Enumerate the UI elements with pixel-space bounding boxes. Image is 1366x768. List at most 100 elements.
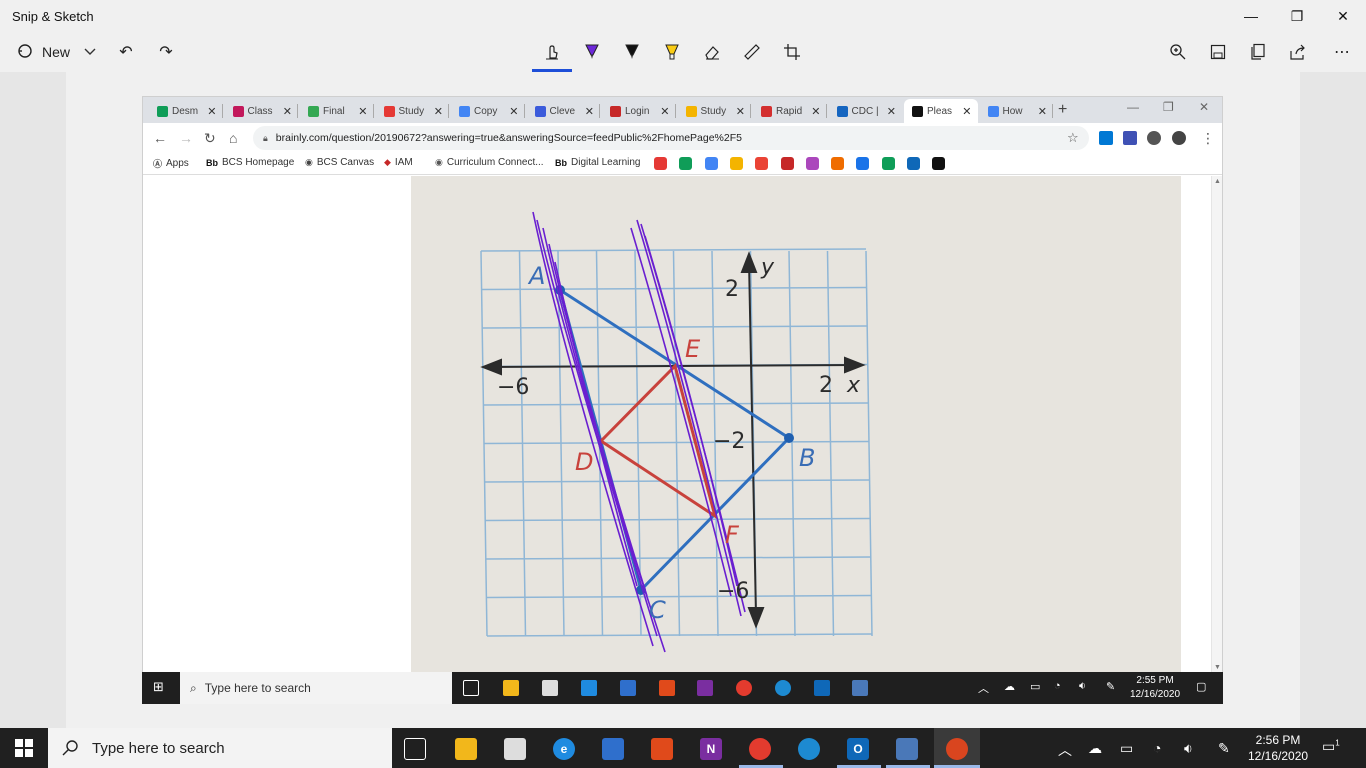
internet-explorer-icon[interactable]: e [553, 738, 575, 760]
onenote-icon[interactable]: N [700, 738, 722, 760]
bookmark-item[interactable]: Bb Digital Learning [555, 157, 641, 168]
bookmark-shortcut-icon[interactable] [831, 157, 845, 170]
calculator-icon[interactable] [896, 738, 918, 760]
more-options-icon[interactable]: ⋯ [1328, 36, 1356, 68]
tab-close-icon[interactable]: ✕ [434, 105, 443, 118]
tab-close-icon[interactable]: ✕ [207, 105, 216, 118]
url-field[interactable]: 🔒︎ brainly.com/question/20190672?answeri… [253, 126, 1089, 150]
bookmark-shortcut-icon[interactable] [704, 157, 718, 170]
share-icon[interactable] [1286, 36, 1310, 68]
remote-app-icon[interactable] [602, 738, 624, 760]
browser-tab[interactable]: How ✕ [980, 99, 1053, 123]
restore-button[interactable]: ❐ [1274, 0, 1320, 32]
browser-tab[interactable]: Study ✕ [376, 99, 449, 123]
reload-icon[interactable]: ↻ [204, 130, 216, 147]
save-icon[interactable] [1206, 36, 1230, 68]
clock[interactable]: 2:56 PM 12/16/2020 [1248, 732, 1308, 764]
browser-tab[interactable]: Study ✕ [678, 99, 751, 123]
browser-close-icon[interactable]: ✕ [1199, 100, 1209, 114]
pencil-icon[interactable] [620, 36, 644, 68]
bookmark-item[interactable]: ◉ BCS Canvas [305, 157, 374, 168]
bookmark-shortcut-icon[interactable] [780, 157, 794, 170]
highlighter-icon[interactable] [660, 36, 684, 68]
tab-close-icon[interactable]: ✕ [887, 105, 896, 118]
page-scrollbar[interactable]: ▲ ▼ [1211, 176, 1222, 673]
microsoft-store-icon[interactable] [504, 738, 526, 760]
minimize-button[interactable]: — [1228, 0, 1274, 32]
bookmark-item[interactable]: ◆ IAM [384, 157, 413, 168]
edge-icon[interactable] [798, 738, 820, 760]
new-snip-button[interactable]: New [8, 36, 78, 68]
tab-close-icon[interactable]: ✕ [811, 105, 820, 118]
tab-close-icon[interactable]: ✕ [358, 105, 367, 118]
tab-close-icon[interactable]: ✕ [962, 105, 971, 118]
copy-icon[interactable] [1246, 36, 1270, 68]
forward-icon[interactable]: → [179, 130, 193, 146]
chevron-down-icon[interactable] [80, 36, 100, 68]
browser-tab[interactable]: Rapid ✕ [753, 99, 827, 123]
browser-tab[interactable]: Final ✕ [300, 99, 374, 123]
tab-close-icon[interactable]: ✕ [660, 105, 669, 118]
bookmark-shortcut-icon[interactable] [755, 157, 769, 170]
zoom-icon[interactable] [1166, 36, 1190, 68]
onedrive-icon[interactable]: ☁ [1088, 740, 1102, 757]
browser-menu-icon[interactable]: ⋮ [1201, 130, 1215, 147]
browser-restore-icon[interactable]: ❐ [1163, 100, 1174, 114]
bookmark-item[interactable]: Bb BCS Homepage [206, 157, 294, 168]
snip-and-sketch-icon[interactable] [946, 738, 968, 760]
browser-minimize-icon[interactable]: — [1127, 100, 1139, 114]
task-view-icon[interactable] [404, 738, 426, 760]
bookmark-shortcut-icon[interactable] [856, 157, 870, 170]
browser-tab[interactable]: Cleve ✕ [527, 99, 600, 123]
bookmark-shortcut-icon[interactable] [729, 157, 743, 170]
bookmark-item[interactable]: ◉ Curriculum Connect... [435, 157, 544, 168]
browser-tab[interactable]: Login ✕ [602, 99, 676, 123]
browser-tab[interactable]: Pleas ✕ [904, 99, 978, 123]
volume-icon[interactable]: 🔉︎ [1184, 740, 1193, 757]
bookmark-star-icon[interactable]: ☆ [1067, 130, 1079, 146]
tray-chevron-icon[interactable]: ︿ [1058, 740, 1072, 760]
tab-close-icon[interactable]: ✕ [1038, 105, 1047, 118]
outlook-icon[interactable]: O [847, 738, 869, 760]
calendar-extension-icon[interactable] [1123, 131, 1137, 145]
extensions-puzzle-icon[interactable] [1147, 131, 1161, 145]
ballpoint-pen-icon[interactable] [580, 36, 604, 68]
bookmark-shortcut-icon[interactable] [881, 157, 895, 170]
scroll-down-icon[interactable]: ▼ [1214, 664, 1221, 671]
undo-icon[interactable]: ↶ [114, 36, 138, 68]
start-button[interactable] [0, 728, 48, 768]
profile-avatar-icon[interactable] [1172, 131, 1186, 145]
browser-tab[interactable]: Copy ✕ [451, 99, 525, 123]
tab-close-icon[interactable]: ✕ [509, 105, 518, 118]
back-icon[interactable]: ← [153, 130, 167, 146]
bookmark-shortcut-icon[interactable] [679, 157, 693, 170]
bookmark-shortcut-icon[interactable] [654, 157, 667, 170]
tab-close-icon[interactable]: ✕ [736, 105, 745, 118]
tab-close-icon[interactable]: ✕ [585, 105, 594, 118]
crop-icon[interactable] [780, 36, 804, 68]
touch-writing-icon[interactable] [540, 36, 564, 68]
new-tab-button[interactable]: + [1058, 101, 1067, 119]
pen-workspace-icon[interactable]: ✎ [1218, 740, 1230, 757]
office-icon[interactable] [651, 738, 673, 760]
bookmark-shortcut-icon[interactable] [907, 157, 920, 170]
browser-tab[interactable]: Class ✕ [225, 99, 298, 123]
chrome-icon[interactable] [749, 738, 771, 760]
redo-icon[interactable]: ↷ [154, 36, 178, 68]
file-explorer-icon[interactable] [455, 738, 477, 760]
browser-tab[interactable]: Desm ✕ [149, 99, 223, 123]
tab-close-icon[interactable]: ✕ [283, 105, 292, 118]
close-button[interactable]: ✕ [1320, 0, 1366, 32]
home-icon[interactable]: ⌂ [229, 130, 237, 146]
bookmark-item[interactable]: Ⓐ Apps [153, 157, 189, 170]
search-box[interactable]: Type here to search [48, 728, 392, 768]
wifi-icon[interactable]: ◔ [1153, 740, 1161, 756]
bookmark-shortcut-icon[interactable] [805, 157, 819, 170]
notification-center-icon[interactable]: ▭1 [1322, 738, 1344, 758]
browser-tab[interactable]: CDC | ✕ [829, 99, 903, 123]
eraser-icon[interactable] [700, 36, 724, 68]
bookmark-shortcut-icon[interactable] [932, 157, 946, 170]
scroll-up-icon[interactable]: ▲ [1214, 178, 1221, 185]
battery-icon[interactable]: ▭ [1120, 740, 1133, 757]
windows-extension-icon[interactable] [1099, 131, 1113, 145]
